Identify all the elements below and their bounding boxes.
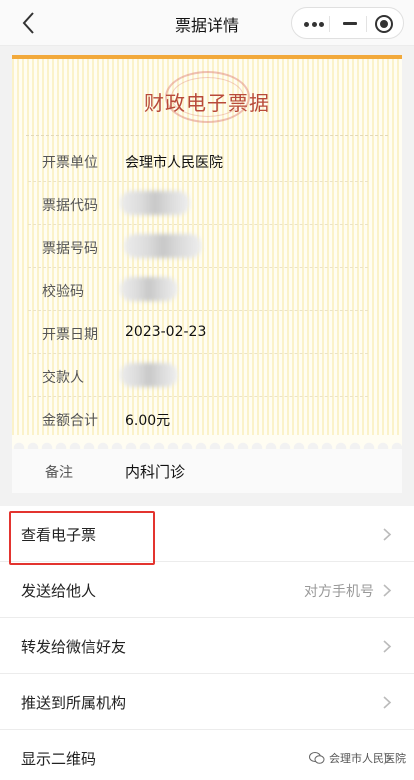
divider: [26, 135, 388, 136]
watermark-text: 会理市人民医院: [329, 752, 406, 765]
field-label: 校验码: [42, 284, 84, 300]
watermark: 会理市人民医院: [309, 750, 406, 766]
wechat-icon: [309, 752, 325, 764]
field-value: 6.00元: [125, 413, 171, 429]
chevron-right-icon: [383, 640, 392, 653]
field-label: 金额合计: [42, 413, 98, 429]
capsule-divider: [329, 16, 330, 32]
menu-item-label: 发送给他人: [21, 582, 97, 600]
chevron-right-icon: [383, 696, 392, 709]
field-label: 开票单位: [42, 155, 98, 171]
field-total-amount: 金额合计 6.00元: [28, 397, 368, 440]
target-icon[interactable]: [375, 15, 393, 33]
remark-row: 备注 内科门诊: [12, 449, 402, 493]
field-issuer: 开票单位 会理市人民医院: [28, 139, 368, 182]
menu-item-push-to-institution[interactable]: 推送到所属机构: [0, 674, 414, 730]
menu-item-hint: 对方手机号: [304, 584, 374, 600]
field-label: 票据代码: [42, 198, 98, 214]
field-label: 开票日期: [42, 327, 98, 343]
menu-item-label: 转发给微信好友: [21, 638, 127, 656]
masked-value: [120, 363, 178, 387]
receipt-card: 财政电子票据 开票单位 会理市人民医院 票据代码 票据号码 校验码 开票日期 2…: [12, 55, 402, 447]
menu-item-label: 显示二维码: [21, 750, 97, 768]
remark-label: 备注: [45, 465, 73, 481]
field-value: 会理市人民医院: [125, 155, 223, 171]
more-dots-icon[interactable]: [304, 22, 324, 27]
field-label: 交款人: [42, 370, 84, 386]
masked-value: [124, 234, 202, 258]
field-payer: 交款人: [28, 354, 368, 397]
mini-program-capsule: [291, 7, 404, 39]
navigation-bar: 票据详情: [0, 0, 414, 46]
field-issue-date: 开票日期 2023-02-23: [28, 311, 368, 354]
field-receipt-code: 票据代码: [28, 182, 368, 225]
field-label: 票据号码: [42, 241, 98, 257]
capsule-divider: [366, 16, 367, 32]
remark-value: 内科门诊: [125, 463, 186, 481]
minus-icon[interactable]: [343, 22, 357, 25]
field-receipt-number: 票据号码: [28, 225, 368, 268]
masked-value: [120, 191, 190, 215]
menu-item-label: 推送到所属机构: [21, 694, 127, 712]
masked-value: [120, 277, 178, 301]
chevron-right-icon: [383, 584, 392, 597]
chevron-right-icon: [383, 528, 392, 541]
receipt-tear-edge: [12, 435, 402, 449]
menu-item-send-to-others[interactable]: 发送给他人 对方手机号: [0, 562, 414, 618]
field-check-code: 校验码: [28, 268, 368, 311]
menu-item-forward-wechat[interactable]: 转发给微信好友: [0, 618, 414, 674]
field-value: 2023-02-23: [125, 324, 207, 340]
highlight-box: [9, 511, 155, 565]
receipt-fields: 开票单位 会理市人民医院 票据代码 票据号码 校验码 开票日期 2023-02-…: [28, 139, 368, 440]
receipt-title: 财政电子票据: [144, 91, 270, 115]
